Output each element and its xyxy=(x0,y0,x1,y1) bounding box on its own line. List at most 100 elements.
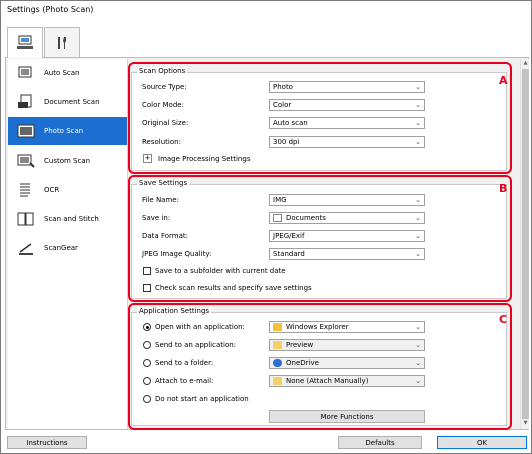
open-app-label: Open with an application: xyxy=(155,323,245,331)
scroll-thumb[interactable] xyxy=(522,69,529,419)
sidebar-item-label: Photo Scan xyxy=(44,127,84,135)
jpeg-quality-select[interactable]: Standard ⌄ xyxy=(269,248,425,260)
sidebar-item-scan-and-stitch[interactable]: Scan and Stitch xyxy=(8,205,127,233)
chevron-down-icon: ⌄ xyxy=(415,250,421,258)
send-folder-label: Send to a folder: xyxy=(155,359,214,367)
color-mode-value: Color xyxy=(273,101,292,109)
sidebar-item-label: Scan and Stitch xyxy=(44,215,99,223)
data-format-value: JPEG/Exif xyxy=(273,232,305,240)
sidebar-item-label: ScanGear xyxy=(44,244,78,252)
scroll-down-icon[interactable]: ▼ xyxy=(522,420,529,428)
email-folder-icon xyxy=(273,377,282,385)
sidebar-item-custom-scan[interactable]: Custom Scan xyxy=(8,147,127,175)
jpeg-quality-label: JPEG Image Quality: xyxy=(142,250,212,258)
chevron-down-icon: ⌄ xyxy=(415,323,421,331)
onedrive-cloud-icon xyxy=(273,359,282,367)
resolution-select[interactable]: 300 dpi ⌄ xyxy=(269,136,425,148)
windows-explorer-icon xyxy=(273,323,282,331)
do-not-start-label: Do not start an application xyxy=(155,395,249,403)
ok-button[interactable]: OK xyxy=(437,436,527,449)
do-not-start-radio[interactable] xyxy=(143,395,151,403)
check-results-checkbox[interactable] xyxy=(143,284,151,292)
image-processing-settings-label[interactable]: Image Processing Settings xyxy=(158,155,250,163)
photo-scan-icon xyxy=(16,122,36,140)
sidebar-item-auto-scan[interactable]: Auto Scan xyxy=(8,59,127,87)
subfolder-checkbox[interactable] xyxy=(143,267,151,275)
defaults-button[interactable]: Defaults xyxy=(338,436,422,449)
send-folder-value: OneDrive xyxy=(286,359,319,367)
badge-b: B xyxy=(499,182,508,195)
file-name-label: File Name: xyxy=(142,196,179,204)
source-type-select[interactable]: Photo ⌄ xyxy=(269,81,425,93)
badge-a: A xyxy=(499,74,508,87)
chevron-down-icon: ⌄ xyxy=(415,359,421,367)
send-app-value: Preview xyxy=(286,341,314,349)
attach-email-select[interactable]: None (Attach Manually) ⌄ xyxy=(269,375,425,387)
more-functions-button[interactable]: More Functions xyxy=(269,410,425,423)
save-in-value: Documents xyxy=(286,214,326,222)
scangear-icon xyxy=(16,239,36,257)
chevron-down-icon: ⌄ xyxy=(415,196,421,204)
chevron-down-icon: ⌄ xyxy=(415,232,421,240)
window-title: Settings (Photo Scan) xyxy=(7,5,94,14)
preview-folder-icon xyxy=(273,341,282,349)
sidebar-item-label: Document Scan xyxy=(44,98,100,106)
original-size-value: Auto scan xyxy=(273,119,308,127)
scan-and-stitch-icon xyxy=(16,210,36,228)
ocr-icon xyxy=(16,181,36,199)
documents-folder-icon xyxy=(273,214,282,222)
tools-icon xyxy=(58,36,66,49)
attach-email-radio[interactable] xyxy=(143,377,151,385)
send-app-label: Send to an application: xyxy=(155,341,237,349)
sidebar-item-ocr[interactable]: OCR xyxy=(8,176,127,204)
sidebar-item-label: Custom Scan xyxy=(44,157,91,165)
save-in-select[interactable]: Documents ⌄ xyxy=(269,212,425,224)
color-mode-label: Color Mode: xyxy=(142,101,184,109)
tab-general-settings[interactable] xyxy=(44,27,80,57)
resolution-label: Resolution: xyxy=(142,138,181,146)
settings-window: Settings (Photo Scan) Auto Scan Document… xyxy=(0,0,532,454)
original-size-select[interactable]: Auto scan ⌄ xyxy=(269,117,425,129)
sidebar-item-document-scan[interactable]: Document Scan xyxy=(8,88,127,116)
save-in-label: Save in: xyxy=(142,214,171,222)
sidebar: Auto Scan Document Scan Photo Scan Custo… xyxy=(8,59,128,429)
tab-scan-settings[interactable] xyxy=(7,27,43,58)
subfolder-label: Save to a subfolder with current date xyxy=(155,267,286,275)
chevron-down-icon: ⌄ xyxy=(415,214,421,222)
chevron-down-icon: ⌄ xyxy=(415,138,421,146)
chevron-down-icon: ⌄ xyxy=(415,341,421,349)
send-folder-select[interactable]: OneDrive ⌄ xyxy=(269,357,425,369)
sidebar-item-photo-scan[interactable]: Photo Scan xyxy=(8,117,127,145)
file-name-value: IMG xyxy=(273,196,287,204)
expand-plus-icon[interactable]: + xyxy=(143,154,152,163)
auto-scan-icon xyxy=(16,64,36,82)
source-type-value: Photo xyxy=(273,83,293,91)
chevron-down-icon: ⌄ xyxy=(415,101,421,109)
send-app-select[interactable]: Preview ⌄ xyxy=(269,339,425,351)
send-folder-radio[interactable] xyxy=(143,359,151,367)
sidebar-item-scangear[interactable]: ScanGear xyxy=(8,234,127,262)
jpeg-quality-value: Standard xyxy=(273,250,305,258)
original-size-label: Original Size: xyxy=(142,119,189,127)
sidebar-item-label: OCR xyxy=(44,186,60,194)
check-results-label: Check scan results and specify save sett… xyxy=(155,284,312,292)
data-format-label: Data Format: xyxy=(142,232,188,240)
open-app-select[interactable]: Windows Explorer ⌄ xyxy=(269,321,425,333)
resolution-value: 300 dpi xyxy=(273,138,300,146)
badge-c: C xyxy=(499,313,508,326)
attach-email-label: Attach to e-mail: xyxy=(155,377,214,385)
computer-scanner-icon xyxy=(17,35,33,49)
chevron-down-icon: ⌄ xyxy=(415,83,421,91)
file-name-combo[interactable]: IMG ⌄ xyxy=(269,194,425,206)
sidebar-item-label: Auto Scan xyxy=(44,69,80,77)
scrollbar[interactable]: ▲ ▼ xyxy=(520,59,529,429)
open-app-radio[interactable] xyxy=(143,323,151,331)
send-app-radio[interactable] xyxy=(143,341,151,349)
color-mode-select[interactable]: Color ⌄ xyxy=(269,99,425,111)
scroll-up-icon[interactable]: ▲ xyxy=(522,60,529,68)
data-format-select[interactable]: JPEG/Exif ⌄ xyxy=(269,230,425,242)
document-scan-icon xyxy=(16,93,36,111)
instructions-button[interactable]: Instructions xyxy=(7,436,87,449)
source-type-label: Source Type: xyxy=(142,83,187,91)
open-app-value: Windows Explorer xyxy=(286,323,349,331)
